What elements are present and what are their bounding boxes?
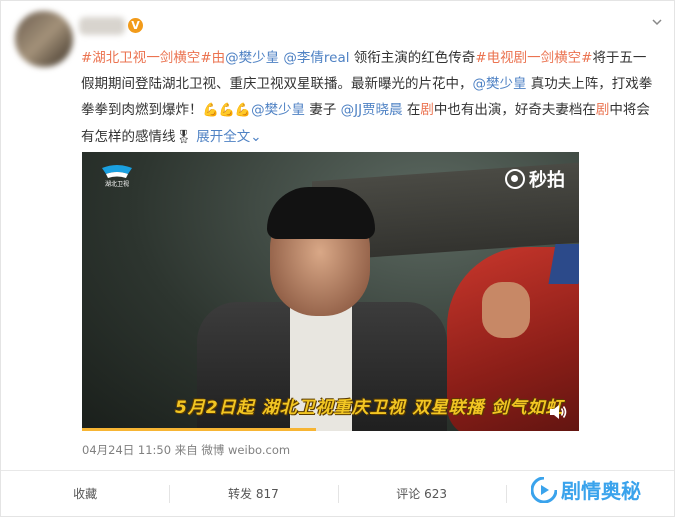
video-player[interactable]: 湖北卫视 秒拍 5月2日起 湖北卫视重庆卫视 双星联播 剑气如虹	[82, 152, 579, 431]
channel-logo-text: 湖北卫视	[105, 180, 129, 188]
topic-link[interactable]: #由	[200, 50, 225, 66]
avatar[interactable]	[15, 11, 73, 67]
text-span: 中将会	[609, 102, 650, 118]
mention-link[interactable]: @JJ贾晓晨	[341, 102, 403, 118]
text-span: 领衔主演的红色传奇	[349, 50, 476, 66]
mention-link[interactable]: @樊少皇	[251, 102, 305, 118]
video-scene-actor-hand	[482, 282, 530, 338]
post-text: #湖北卫视一剑横空#由@樊少皇 @李倩real 领衔主演的红色传奇#电视剧一剑横…	[81, 45, 675, 151]
video-subtitle: 5月2日起 湖北卫视重庆卫视 双星联播 剑气如虹	[175, 398, 564, 418]
username[interactable]	[79, 17, 125, 35]
topic-link[interactable]: #湖北卫视	[81, 50, 146, 66]
text-span: 真功夫上阵，打戏拳	[526, 76, 653, 92]
topic-link[interactable]: #电视剧一剑横空#	[475, 50, 592, 66]
text-span: 将于五一	[592, 50, 647, 66]
text-span: 假期期间登陆湖北卫视、重庆卫视双星联播。最新曝光的片花中，	[81, 76, 473, 92]
post-line-1: #湖北卫视一剑横空#由@樊少皇 @李倩real 领衔主演的红色传奇#电视剧一剑横…	[81, 45, 675, 71]
mention-link[interactable]: @樊少皇	[225, 50, 279, 66]
miaopai-brand: 秒拍	[505, 166, 565, 192]
expand-full-text-link[interactable]: 展开全文⌄	[192, 129, 261, 145]
mention-link[interactable]: @李倩real	[283, 50, 349, 66]
text-span: 中也有出演，好奇夫妻档在	[433, 102, 596, 118]
strong-arm-emoji-icon: 💪💪💪	[202, 103, 252, 118]
collect-button[interactable]: 收藏	[1, 471, 169, 517]
hubei-tv-logo-icon: 湖北卫视	[102, 165, 132, 188]
topic-link[interactable]: 一剑横空	[146, 50, 200, 66]
text-span: 妻子	[305, 102, 341, 118]
miaopai-label: 秒拍	[529, 170, 565, 191]
text-span: 有怎样的感情线	[81, 129, 176, 145]
play-logo-icon	[531, 476, 557, 503]
chevron-down-icon[interactable]	[652, 17, 662, 27]
post-line-2: 假期期间登陆湖北卫视、重庆卫视双星联播。最新曝光的片花中，@樊少皇 真功夫上阵，…	[81, 71, 675, 97]
video-progress-bar[interactable]	[82, 428, 316, 431]
miaopai-logo-icon	[505, 169, 525, 189]
comment-button[interactable]: 评论 623	[337, 471, 506, 517]
volume-icon[interactable]	[549, 404, 567, 420]
keyword-link[interactable]: 剧	[596, 102, 610, 118]
weibo-post-card: V #湖北卫视一剑横空#由@樊少皇 @李倩real 领衔主演的红色传奇#电视剧一…	[0, 0, 675, 517]
post-line-3: 拳拳到肉燃到爆炸！💪💪💪@樊少皇 妻子 @JJ贾晓晨 在剧中也有出演，好奇夫妻档…	[81, 97, 675, 124]
repost-button[interactable]: 转发 817	[169, 471, 337, 517]
post-line-4: 有怎样的感情线🎖 展开全文⌄	[81, 124, 675, 151]
post-meta[interactable]: 04月24日 11:50 来自 微博 weibo.com	[82, 442, 290, 458]
medal-emoji-icon: 🎖	[175, 130, 193, 145]
text-span: 拳拳到肉燃到爆炸！	[81, 102, 203, 118]
keyword-link[interactable]: 剧	[420, 102, 434, 118]
watermark-text: 剧情奥秘	[561, 479, 641, 503]
mention-link[interactable]: @樊少皇	[473, 76, 527, 92]
text-span: 在	[402, 102, 421, 118]
watermark: 剧情奥秘	[531, 475, 641, 504]
verified-badge-icon: V	[128, 18, 143, 33]
